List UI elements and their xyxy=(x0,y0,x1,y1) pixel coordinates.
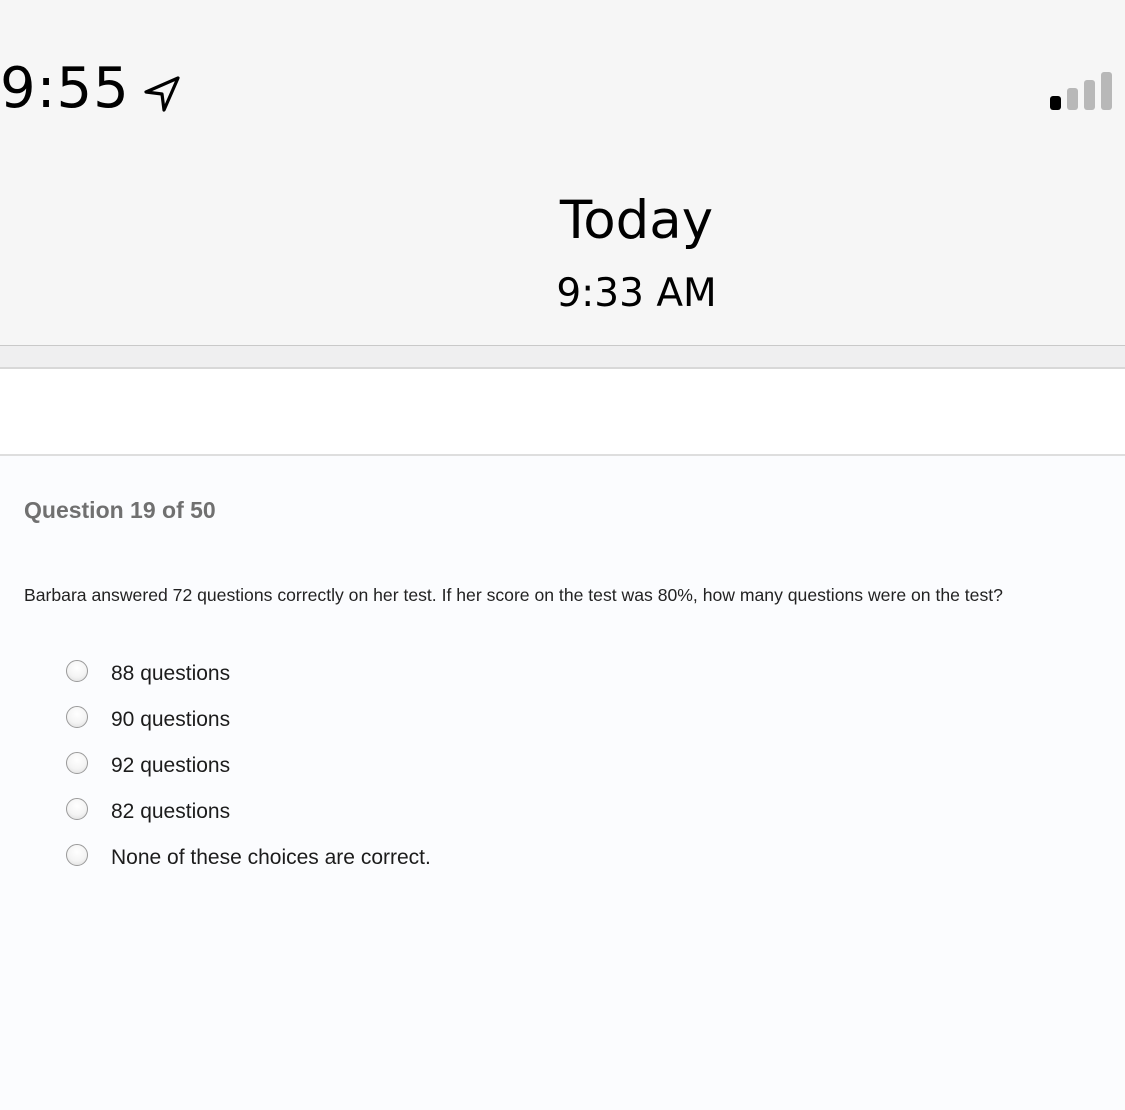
status-clock: 9:55 xyxy=(0,56,130,121)
answer-option-label[interactable]: 82 questions xyxy=(111,798,230,825)
answer-option-label[interactable]: 90 questions xyxy=(111,706,230,733)
blank-band xyxy=(0,369,1125,456)
answer-option-label[interactable]: 88 questions xyxy=(111,660,230,687)
question-text: Barbara answered 72 questions correctly … xyxy=(24,585,1003,605)
header-timestamp: 9:33 AM xyxy=(556,271,717,316)
radio-button[interactable] xyxy=(66,706,88,728)
header-title: Today xyxy=(559,190,714,251)
location-arrow-icon xyxy=(144,76,180,112)
cellular-signal-icon xyxy=(1050,72,1112,110)
status-bar: 9:55 xyxy=(0,0,1125,160)
answer-option[interactable]: 82 questions xyxy=(64,794,664,840)
divider-strip xyxy=(0,346,1125,369)
answer-option[interactable]: 90 questions xyxy=(64,702,664,748)
answer-option-label[interactable]: 92 questions xyxy=(111,752,230,779)
answer-options: 88 questions 90 questions 92 questions 8… xyxy=(64,656,664,886)
answer-option[interactable]: 92 questions xyxy=(64,748,664,794)
quiz-panel: Question 19 of 50 Barbara answered 72 qu… xyxy=(0,456,1125,1110)
radio-button[interactable] xyxy=(66,752,88,774)
answer-option[interactable]: 88 questions xyxy=(64,656,664,702)
answer-option-label[interactable]: None of these choices are correct. xyxy=(111,844,431,871)
message-header: Today 9:33 AM xyxy=(0,160,1125,346)
answer-option[interactable]: None of these choices are correct. xyxy=(64,840,664,886)
radio-button[interactable] xyxy=(66,798,88,820)
radio-button[interactable] xyxy=(66,660,88,682)
radio-button[interactable] xyxy=(66,844,88,866)
question-number: Question 19 of 50 xyxy=(24,497,216,523)
